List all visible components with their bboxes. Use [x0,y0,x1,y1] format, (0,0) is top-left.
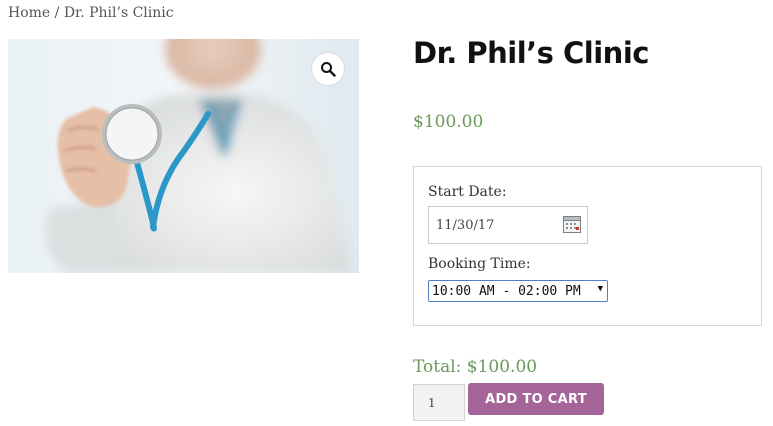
add-to-cart-button[interactable]: ADD TO CART [468,383,604,415]
zoom-button[interactable] [312,53,344,85]
calendar-icon[interactable] [563,216,581,233]
booking-time-label: Booking Time: [428,256,531,272]
dropdown-arrow-icon: ▼ [597,284,603,294]
product-title: Dr. Phil’s Clinic [413,36,649,70]
product-image[interactable] [8,39,359,273]
booking-time-value: 10:00 AM - 02:00 PM [432,283,581,299]
booking-form: Start Date: 11/30/17 Booking Time: 10:00… [413,166,762,326]
breadcrumb: Home / Dr. Phil’s Clinic [8,5,174,21]
start-date-value: 11/30/17 [436,217,495,233]
product-price: $100.00 [413,112,484,132]
zoom-icon [321,62,336,77]
booking-total: Total: $100.00 [413,357,538,377]
start-date-label: Start Date: [428,184,507,200]
breadcrumb-separator: / [50,5,64,21]
booking-time-select[interactable]: 10:00 AM - 02:00 PM ▼ [428,280,608,302]
start-date-input[interactable]: 11/30/17 [428,206,588,244]
doctor-stethoscope-photo [8,39,359,273]
breadcrumb-home-link[interactable]: Home [8,5,50,21]
quantity-input[interactable]: 1 [413,384,465,421]
breadcrumb-current: Dr. Phil’s Clinic [63,5,174,21]
